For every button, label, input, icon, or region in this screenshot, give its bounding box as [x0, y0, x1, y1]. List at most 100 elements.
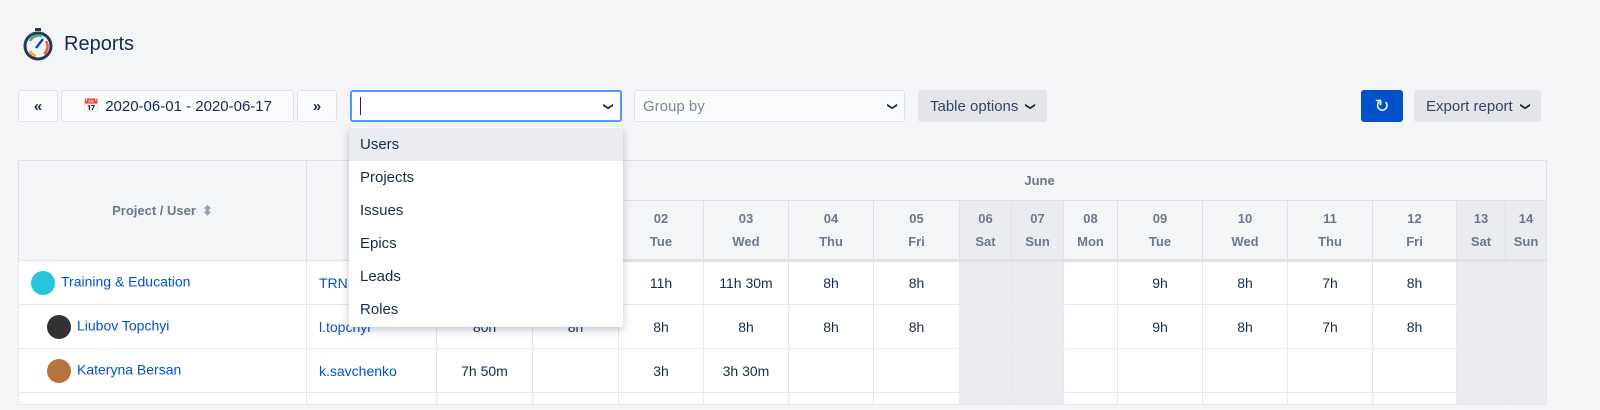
dropdown-option-roles[interactable]: Roles	[349, 293, 623, 326]
time-cell[interactable]: 11h	[618, 260, 704, 305]
time-cell[interactable]	[788, 348, 874, 393]
time-cell[interactable]	[1117, 348, 1203, 393]
export-report-label: Export report	[1426, 97, 1513, 115]
day-of-week: Tue	[1148, 234, 1172, 249]
day-number: 13	[1473, 210, 1489, 226]
day-header: 07 Sun	[1011, 200, 1064, 262]
time-cell[interactable]	[1504, 348, 1548, 393]
day-of-week: Sat	[975, 234, 996, 249]
day-number: 04	[823, 210, 839, 226]
table-row: Training & Education TRN 11h 11h 30m 8h 8h 9h 8…	[18, 260, 1548, 305]
table-options-button[interactable]: Table options ❯	[918, 90, 1047, 122]
time-cell[interactable]	[1456, 348, 1506, 393]
project-name-link[interactable]: Training & Education	[61, 273, 190, 289]
day-of-week: Tue	[649, 234, 673, 249]
next-period-button[interactable]: »	[297, 90, 337, 122]
chevron-down-icon: ❯	[602, 101, 614, 111]
filter-select-input[interactable]: ❯	[350, 90, 622, 122]
time-cell[interactable]	[873, 348, 960, 393]
day-number: 03	[738, 210, 754, 226]
calendar-icon: 📅	[83, 98, 100, 113]
time-cell[interactable]: 8h	[1202, 260, 1288, 305]
avatar	[47, 314, 71, 339]
day-header: 06 Sat	[959, 200, 1012, 262]
sort-icon[interactable]: ⬍	[202, 203, 213, 218]
time-cell[interactable]: 8h	[1372, 304, 1457, 349]
page-header: Reports	[22, 27, 134, 61]
time-cell	[959, 392, 1012, 405]
time-cell[interactable]: 8h	[1202, 304, 1288, 349]
page-title: Reports	[64, 32, 135, 55]
time-cell[interactable]	[1011, 260, 1064, 305]
time-cell[interactable]	[1063, 304, 1118, 349]
time-cell	[1456, 392, 1506, 405]
day-header: 13 Sat	[1456, 200, 1506, 262]
user-name-cell[interactable]: Liubov Topchyi	[18, 304, 307, 349]
time-cell[interactable]: 7h	[1287, 304, 1373, 349]
time-cell[interactable]	[1063, 348, 1118, 393]
dropdown-option-leads[interactable]: Leads	[349, 260, 623, 293]
stopwatch-icon	[23, 28, 53, 61]
dropdown-option-issues[interactable]: Issues	[349, 194, 623, 227]
filter-dropdown-menu: Users Projects Issues Epics Leads Roles	[349, 127, 623, 327]
day-number: 02	[653, 210, 669, 226]
time-cell[interactable]	[959, 348, 1012, 393]
user-name-link[interactable]: Kateryna Bersan	[77, 361, 181, 377]
dropdown-option-projects[interactable]: Projects	[349, 161, 623, 194]
dropdown-option-users[interactable]: Users	[349, 128, 623, 161]
time-cell[interactable]	[1063, 260, 1118, 305]
day-number: 11	[1323, 210, 1337, 226]
time-cell[interactable]	[1372, 348, 1457, 393]
day-of-week: Fri	[908, 234, 925, 249]
time-cell[interactable]: 9h	[1117, 260, 1203, 305]
chevron-down-icon: ❯	[886, 101, 898, 111]
time-cell[interactable]	[1504, 260, 1548, 305]
time-cell	[788, 392, 874, 405]
user-name-cell[interactable]: Kateryna Bersan	[18, 348, 307, 393]
time-cell[interactable]	[1011, 304, 1064, 349]
time-cell[interactable]	[1504, 304, 1548, 349]
column-header-label: Project / User	[112, 202, 196, 218]
export-report-button[interactable]: Export report ❯	[1414, 90, 1542, 122]
date-range-picker[interactable]: 📅 2020-06-01 - 2020-06-17	[61, 90, 294, 122]
day-number: 07	[1030, 210, 1045, 226]
group-by-select[interactable]: Group by ❯	[634, 90, 905, 122]
time-cell[interactable]	[959, 260, 1012, 305]
time-cell[interactable]: 8h	[873, 304, 960, 349]
day-of-week: Thu	[819, 234, 843, 249]
time-cell[interactable]: 3h 30m	[703, 348, 789, 393]
time-cell[interactable]	[1456, 304, 1506, 349]
column-header-project-user[interactable]: Project / User ⬍	[18, 160, 307, 261]
time-cell[interactable]: 7h	[1287, 260, 1373, 305]
day-number: 14	[1518, 210, 1534, 226]
user-name-link[interactable]: Liubov Topchyi	[77, 317, 169, 333]
dropdown-option-epics[interactable]: Epics	[349, 227, 623, 260]
time-cell[interactable]: 9h	[1117, 304, 1203, 349]
time-cell[interactable]: 8h	[703, 304, 789, 349]
time-cell[interactable]	[1011, 348, 1064, 393]
project-name-cell[interactable]: Training & Education	[18, 260, 307, 305]
refresh-button[interactable]: ↻	[1361, 90, 1403, 122]
avatar	[47, 358, 71, 383]
time-cell[interactable]	[959, 304, 1012, 349]
day-header: 14 Sun	[1504, 200, 1548, 262]
time-cell[interactable]: 11h 30m	[703, 260, 789, 305]
previous-period-button[interactable]: «	[18, 90, 58, 122]
day-number: 10	[1237, 210, 1253, 226]
time-cell	[703, 392, 789, 405]
time-cell[interactable]: 8h	[788, 260, 874, 305]
time-cell[interactable]: 3h	[618, 348, 704, 393]
time-cell	[618, 392, 704, 405]
time-cell[interactable]	[1287, 348, 1373, 393]
time-cell[interactable]: 8h	[788, 304, 874, 349]
time-cell[interactable]: 8h	[873, 260, 960, 305]
time-cell[interactable]	[1202, 348, 1288, 393]
time-cell[interactable]: 8h	[1372, 260, 1457, 305]
key-cell[interactable]: k.savchenko	[306, 348, 437, 393]
chevron-down-icon: ❯	[1519, 101, 1531, 111]
time-cell[interactable]: 8h	[618, 304, 704, 349]
day-header: 03 Wed	[703, 200, 789, 262]
name-cell	[18, 392, 307, 405]
time-cell[interactable]	[532, 348, 619, 393]
time-cell[interactable]	[1456, 260, 1506, 305]
